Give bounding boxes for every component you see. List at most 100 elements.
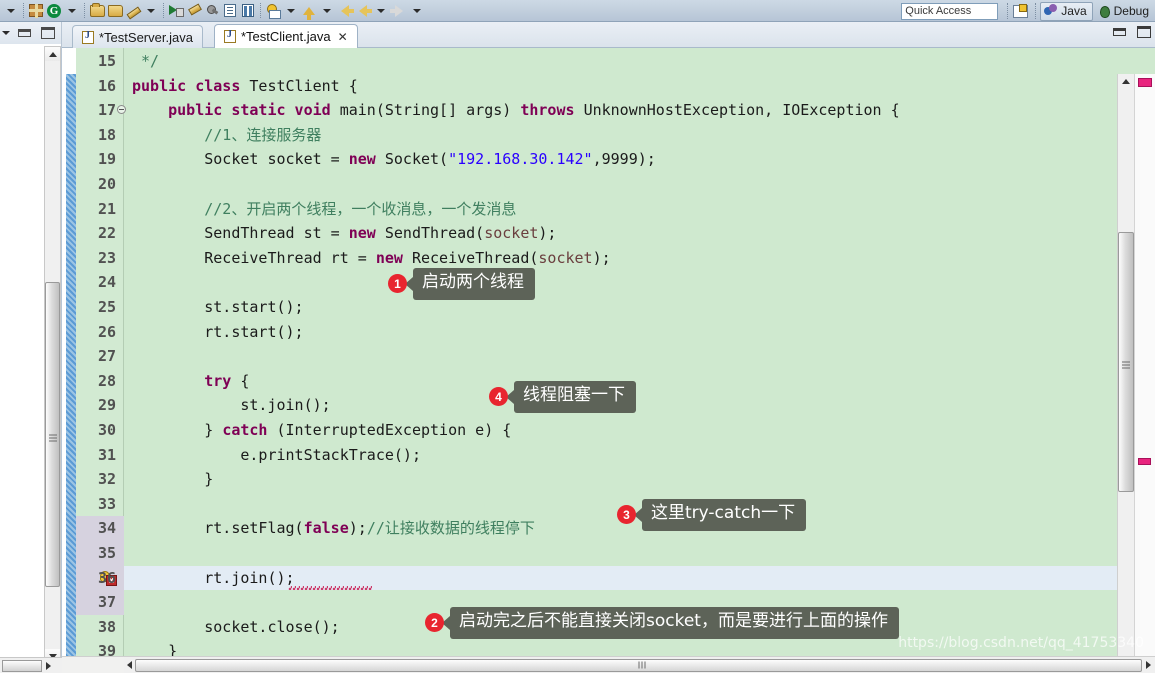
scrollbar-thumb[interactable] xyxy=(2,659,42,672)
minimize-icon[interactable] xyxy=(18,29,31,37)
code-line[interactable]: 33 xyxy=(62,492,1155,517)
error-marker-icon[interactable] xyxy=(1138,78,1152,87)
dropdown-caret-icon[interactable] xyxy=(319,1,335,21)
code-text[interactable]: } xyxy=(132,467,213,492)
back-icon[interactable] xyxy=(337,1,354,21)
dropdown-caret-icon[interactable] xyxy=(373,1,389,21)
dropdown-caret-icon[interactable] xyxy=(409,1,425,21)
code-line[interactable]: 34 rt.setFlag(false);//让接收数据的线程停下 xyxy=(62,516,1155,541)
open-folder-icon[interactable] xyxy=(89,1,105,21)
code-line[interactable]: 24 xyxy=(62,270,1155,295)
code-line[interactable]: 22 SendThread st = new SendThread(socket… xyxy=(62,221,1155,246)
code-text[interactable]: e.printStackTrace(); xyxy=(132,443,421,468)
git-icon[interactable]: G xyxy=(46,1,62,21)
left-panel-vertical-scrollbar[interactable] xyxy=(44,46,61,664)
code-text[interactable]: */ xyxy=(132,49,159,74)
run-icon[interactable] xyxy=(168,1,184,21)
overview-ruler[interactable] xyxy=(1134,74,1155,656)
scroll-left-arrow-icon[interactable] xyxy=(127,661,132,669)
dropdown-caret-icon[interactable] xyxy=(283,1,299,21)
forward-icon[interactable] xyxy=(390,1,407,21)
annotation-callout: 4 线程阻塞一下 xyxy=(489,381,636,413)
code-editor[interactable]: x 15 */16 public class TestClient {17 pub… xyxy=(62,48,1155,656)
code-text[interactable]: } xyxy=(132,639,177,656)
code-line[interactable]: 27 xyxy=(62,344,1155,369)
open-perspective-icon[interactable] xyxy=(1013,1,1030,21)
code-text[interactable]: Socket socket = new Socket("192.168.30.1… xyxy=(132,147,656,172)
back-history-icon[interactable] xyxy=(355,1,372,21)
view-menu-caret-icon[interactable] xyxy=(2,31,10,35)
line-number: 17 xyxy=(97,101,116,120)
editor-tab-testclient[interactable]: *TestClient.java ✕ xyxy=(214,24,358,48)
maximize-icon[interactable] xyxy=(1137,26,1151,38)
dropdown-caret-icon[interactable] xyxy=(143,1,159,21)
brush-icon[interactable] xyxy=(186,1,202,21)
code-text[interactable]: rt.start(); xyxy=(132,320,303,345)
line-number: 35 xyxy=(97,544,116,562)
line-number: 30 xyxy=(97,421,116,439)
line-number: 20 xyxy=(97,175,116,193)
code-text[interactable]: public class TestClient { xyxy=(132,74,358,99)
code-text[interactable]: try { xyxy=(132,369,249,394)
dropdown-caret-icon[interactable] xyxy=(3,1,19,21)
code-text[interactable]: //1、连接服务器 xyxy=(132,123,321,148)
maximize-icon[interactable] xyxy=(41,27,55,39)
code-line[interactable]: 36 rt.join(); xyxy=(62,566,1155,591)
code-lines-container[interactable]: 15 */16 public class TestClient {17 publi… xyxy=(62,48,1155,656)
code-line[interactable]: 25 st.start(); xyxy=(62,295,1155,320)
code-line[interactable]: 19 Socket socket = new Socket("192.168.3… xyxy=(62,147,1155,172)
scrollbar-thumb[interactable] xyxy=(135,658,1142,672)
quickfix-bulb-icon[interactable] xyxy=(265,1,281,21)
code-line[interactable]: 30 } catch (InterruptedException e) { xyxy=(62,418,1155,443)
code-line[interactable]: 20 xyxy=(62,172,1155,197)
editor-horizontal-scrollbar[interactable] xyxy=(62,656,1155,673)
code-text[interactable]: rt.setFlag(false);//让接收数据的线程停下 xyxy=(132,516,535,541)
folder-icon[interactable] xyxy=(107,1,123,21)
close-icon[interactable]: ✕ xyxy=(338,31,348,43)
new-package-icon[interactable] xyxy=(28,1,44,21)
document-icon[interactable] xyxy=(222,1,238,21)
code-line[interactable]: 23 ReceiveThread rt = new ReceiveThread(… xyxy=(62,246,1155,271)
scroll-up-arrow-icon[interactable] xyxy=(45,47,60,61)
perspective-debug-label: Debug xyxy=(1113,4,1149,18)
code-text[interactable]: rt.join(); xyxy=(132,566,294,591)
code-line[interactable]: 18 //1、连接服务器 xyxy=(62,123,1155,148)
columns-icon[interactable] xyxy=(240,1,256,21)
code-line[interactable]: 16 public class TestClient { xyxy=(62,74,1155,99)
code-text[interactable]: } catch (InterruptedException e) { xyxy=(132,418,511,443)
code-text[interactable]: ReceiveThread rt = new ReceiveThread(soc… xyxy=(132,246,610,271)
edit-pencil-icon[interactable] xyxy=(125,1,141,21)
code-text[interactable]: socket.close(); xyxy=(132,615,339,640)
quick-access-input[interactable]: Quick Access xyxy=(901,2,999,20)
left-collapsed-view-panel xyxy=(0,22,62,673)
editor-vertical-scrollbar[interactable] xyxy=(1117,74,1134,656)
dropdown-caret-icon[interactable] xyxy=(64,1,80,21)
left-panel-horizontal-scrollbar[interactable] xyxy=(0,657,62,673)
code-text[interactable]: st.join(); xyxy=(132,393,330,418)
perspective-debug-button[interactable]: Debug xyxy=(1093,2,1155,21)
error-marker-icon[interactable] xyxy=(1138,458,1151,465)
code-text[interactable]: public static void main(String[] args) t… xyxy=(132,98,900,123)
code-text[interactable]: SendThread st = new SendThread(socket); xyxy=(132,221,556,246)
scroll-right-arrow-icon[interactable] xyxy=(1146,661,1151,669)
wrench-icon[interactable] xyxy=(204,1,220,21)
code-line[interactable]: 31 e.printStackTrace(); xyxy=(62,443,1155,468)
code-text[interactable]: st.start(); xyxy=(132,295,303,320)
code-line[interactable]: 15 */ xyxy=(62,49,1155,74)
scroll-up-arrow-icon[interactable] xyxy=(1118,74,1134,88)
navigate-up-icon[interactable] xyxy=(301,1,317,21)
minimize-icon[interactable] xyxy=(1113,28,1126,36)
editor-tab-testserver[interactable]: *TestServer.java xyxy=(72,25,203,48)
scrollbar-thumb[interactable] xyxy=(45,282,60,587)
line-number: 34 xyxy=(97,519,116,538)
code-line[interactable]: 21 //2、开启两个线程，一个收消息，一个发消息 xyxy=(62,197,1155,222)
line-number: 23 xyxy=(97,248,116,267)
scrollbar-thumb[interactable] xyxy=(1118,232,1134,492)
code-line[interactable]: 26 rt.start(); xyxy=(62,320,1155,345)
code-line[interactable]: 35 xyxy=(62,541,1155,566)
perspective-java-button[interactable]: Java xyxy=(1040,1,1093,21)
code-line[interactable]: 17 public static void main(String[] args… xyxy=(62,98,1155,123)
scroll-right-arrow-icon[interactable] xyxy=(46,661,51,670)
code-line[interactable]: 32 } xyxy=(62,467,1155,492)
code-text[interactable]: //2、开启两个线程，一个收消息，一个发消息 xyxy=(132,197,516,222)
